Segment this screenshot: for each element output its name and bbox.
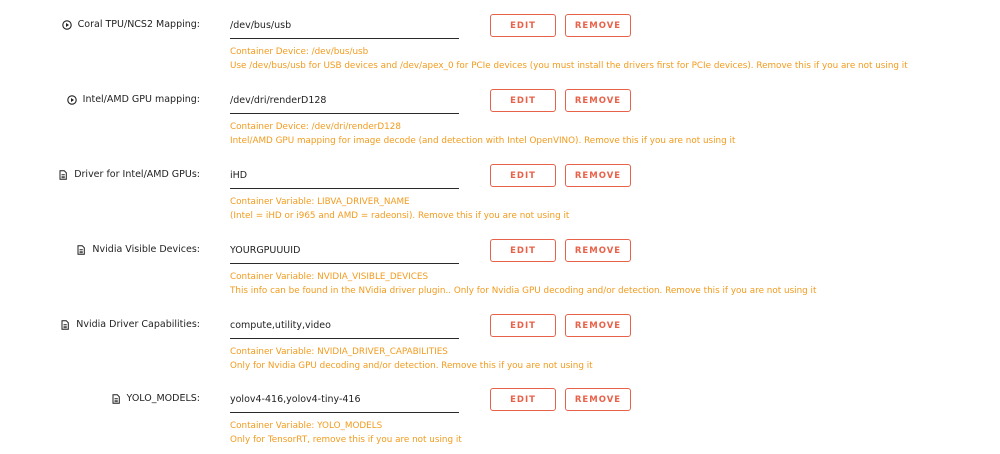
setting-value: yolov4-416,yolov4-tiny-416 <box>230 394 361 405</box>
setting-label: Coral TPU/NCS2 Mapping: <box>61 19 200 30</box>
setting-label-text: YOLO_MODELS: <box>126 393 200 404</box>
setting-label-text: Nvidia Driver Capabilities: <box>76 319 200 330</box>
setting-label: Driver for Intel/AMD GPUs: <box>58 169 200 180</box>
document-icon <box>112 393 120 404</box>
description-line-1: Container Variable: NVIDIA_DRIVER_CAPABI… <box>230 347 448 357</box>
document-icon <box>77 244 86 255</box>
setting-row-coral-tpu: Coral TPU/NCS2 Mapping: /dev/bus/usb EDI… <box>0 6 1000 76</box>
remove-button[interactable]: REMOVE <box>565 239 631 262</box>
edit-button[interactable]: EDIT <box>490 239 556 262</box>
setting-row-nvidia-devices: Nvidia Visible Devices: YOURGPUUUID EDIT… <box>0 231 1000 301</box>
description-line-1: Container Device: /dev/dri/renderD128 <box>230 122 401 132</box>
description-line-2: Use /dev/bus/usb for USB devices and /de… <box>230 60 908 71</box>
document-icon <box>61 319 70 330</box>
remove-button[interactable]: REMOVE <box>565 14 631 37</box>
setting-value: /dev/dri/renderD128 <box>230 95 327 106</box>
description-line-1: Container Device: /dev/bus/usb <box>230 47 369 57</box>
value-underline <box>230 188 459 189</box>
settings-panel: Coral TPU/NCS2 Mapping: /dev/bus/usb EDI… <box>0 0 1000 454</box>
remove-button[interactable]: REMOVE <box>565 89 631 112</box>
setting-description: Container Device: /dev/dri/renderD128 In… <box>230 121 735 148</box>
setting-row-yolo-models: YOLO_MODELS: yolov4-416,yolov4-tiny-416 … <box>0 380 1000 450</box>
setting-label: Nvidia Driver Capabilities: <box>60 319 200 330</box>
remove-button[interactable]: REMOVE <box>565 388 631 411</box>
edit-button[interactable]: EDIT <box>490 14 556 37</box>
description-line-2: This info can be found in the NVidia dri… <box>230 285 817 296</box>
setting-value: compute,utility,video <box>230 320 331 331</box>
setting-description: Container Variable: NVIDIA_DRIVER_CAPABI… <box>230 346 593 373</box>
description-line-2: Only for TensorRT, remove this if you ar… <box>230 434 462 445</box>
document-icon <box>59 169 68 180</box>
value-underline <box>230 412 459 413</box>
remove-button[interactable]: REMOVE <box>565 314 631 337</box>
setting-row-gpu-mapping: Intel/AMD GPU mapping: /dev/dri/renderD1… <box>0 81 1000 151</box>
edit-button[interactable]: EDIT <box>490 89 556 112</box>
setting-description: Container Device: /dev/bus/usb Use /dev/… <box>230 46 908 73</box>
setting-description: Container Variable: LIBVA_DRIVER_NAME (I… <box>230 196 569 223</box>
edit-button[interactable]: EDIT <box>490 164 556 187</box>
value-underline <box>230 338 459 339</box>
setting-label: Intel/AMD GPU mapping: <box>66 94 200 105</box>
description-line-2: Intel/AMD GPU mapping for image decode (… <box>230 135 736 146</box>
setting-label-text: Nvidia Visible Devices: <box>92 244 200 255</box>
description-line-1: Container Variable: YOLO_MODELS <box>230 421 383 431</box>
setting-value: YOURGPUUUID <box>230 245 301 256</box>
edit-button[interactable]: EDIT <box>490 388 556 411</box>
setting-description: Container Variable: NVIDIA_VISIBLE_DEVIC… <box>230 271 816 298</box>
description-line-1: Container Variable: LIBVA_DRIVER_NAME <box>230 197 410 207</box>
play-circle-icon <box>66 94 77 105</box>
value-underline <box>230 113 459 114</box>
edit-button[interactable]: EDIT <box>490 314 556 337</box>
setting-description: Container Variable: YOLO_MODELS Only for… <box>230 420 462 447</box>
description-line-2: Only for Nvidia GPU decoding and/or dete… <box>230 360 593 371</box>
description-line-2: (Intel = iHD or i965 and AMD = radeonsi)… <box>230 210 570 221</box>
setting-value: iHD <box>230 170 248 181</box>
remove-button[interactable]: REMOVE <box>565 164 631 187</box>
setting-label-text: Coral TPU/NCS2 Mapping: <box>77 19 200 30</box>
play-circle-icon <box>61 19 72 30</box>
setting-value: /dev/bus/usb <box>230 20 292 31</box>
setting-label-text: Intel/AMD GPU mapping: <box>82 94 200 105</box>
value-underline <box>230 38 459 39</box>
value-underline <box>230 263 459 264</box>
setting-label-text: Driver for Intel/AMD GPUs: <box>74 169 200 180</box>
setting-label: YOLO_MODELS: <box>111 393 200 404</box>
setting-label: Nvidia Visible Devices: <box>76 244 200 255</box>
setting-row-nvidia-capabilities: Nvidia Driver Capabilities: compute,util… <box>0 306 1000 376</box>
setting-row-driver: Driver for Intel/AMD GPUs: iHD EDIT REMO… <box>0 156 1000 226</box>
description-line-1: Container Variable: NVIDIA_VISIBLE_DEVIC… <box>230 272 429 282</box>
